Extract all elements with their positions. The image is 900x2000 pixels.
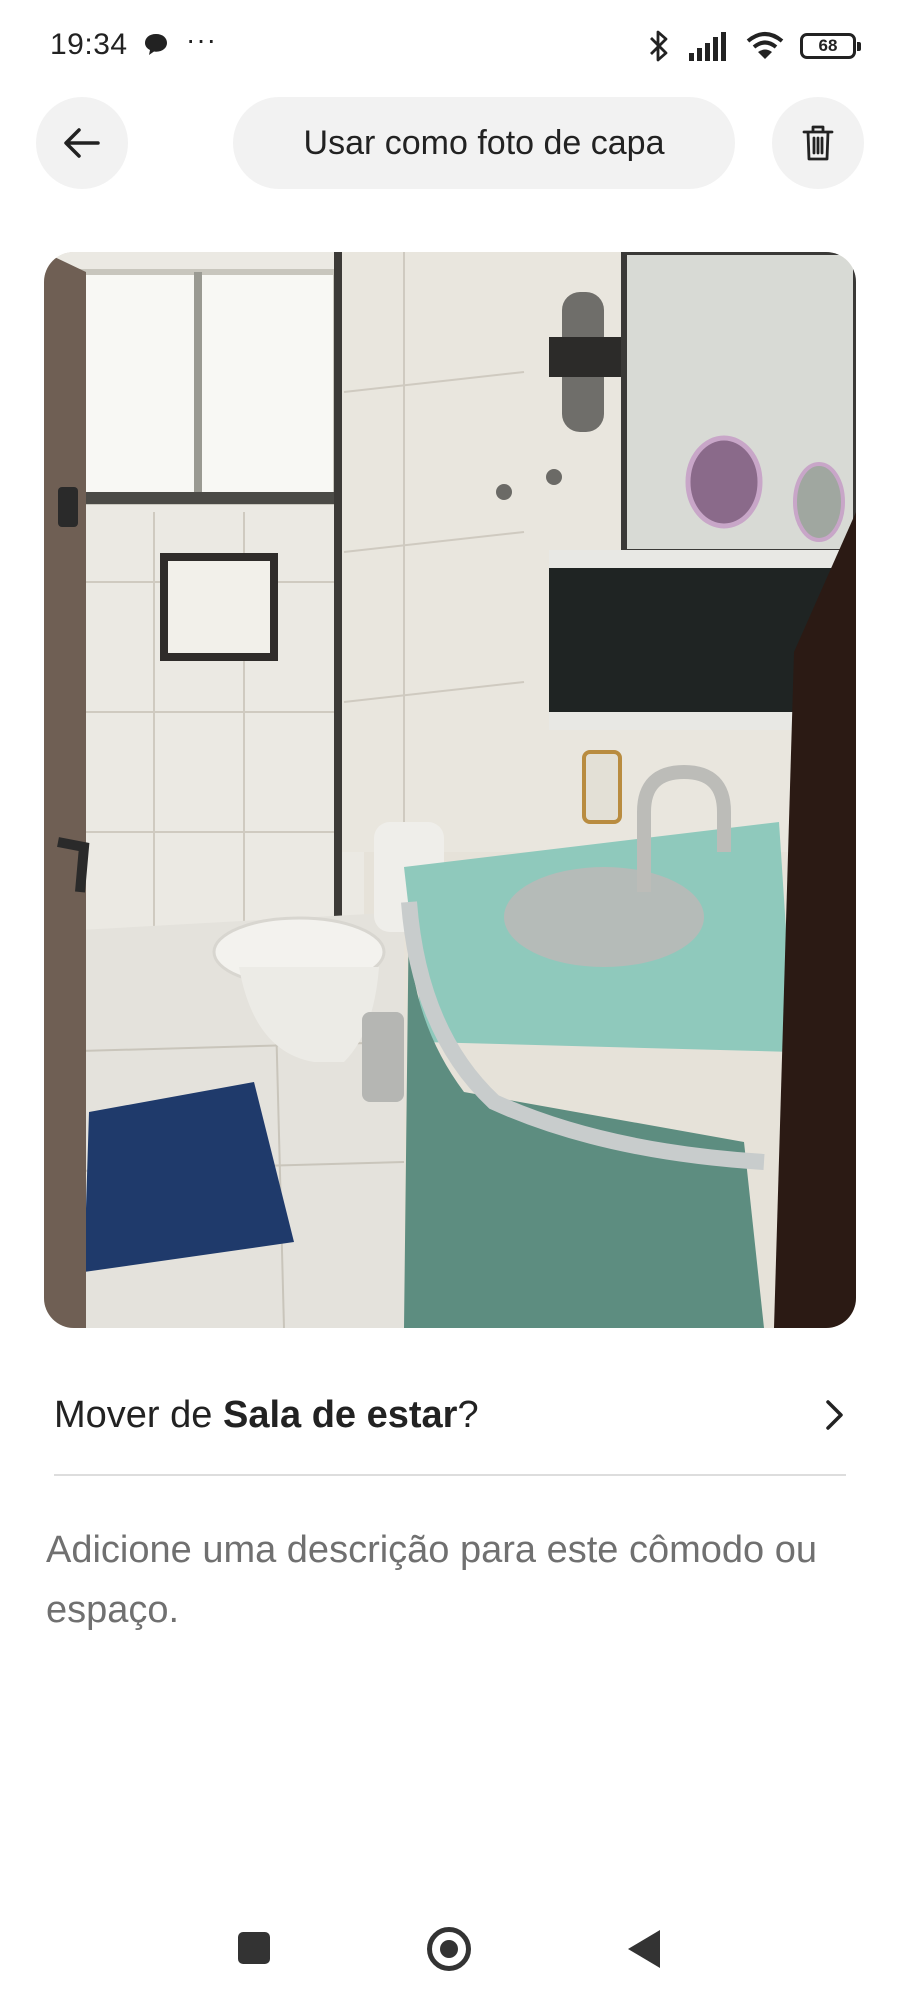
- move-room-name: Sala de estar: [222, 1393, 458, 1436]
- photo-illustration: [44, 252, 856, 1328]
- signal-icon: [689, 32, 726, 61]
- move-room-text: Mover de Sala de estar?: [54, 1394, 479, 1437]
- bathroom-photo[interactable]: [44, 252, 856, 1328]
- battery-icon: 68: [800, 33, 861, 59]
- trash-icon: [802, 125, 834, 161]
- room-description-field[interactable]: Adicione uma descrição para este cômodo …: [46, 1520, 846, 1640]
- recents-square-icon[interactable]: [238, 1932, 270, 1964]
- status-bar: 19:34 ··· 68: [0, 0, 900, 90]
- status-time: 19:34: [50, 28, 128, 61]
- system-nav-bar: [0, 1900, 900, 2000]
- move-room-suffix: ?: [457, 1393, 479, 1436]
- use-as-cover-button[interactable]: Usar como foto de capa: [233, 97, 735, 189]
- status-icons: 68: [646, 26, 861, 66]
- chevron-right-icon: [826, 1400, 843, 1430]
- bluetooth-icon: [650, 30, 668, 62]
- back-triangle-icon[interactable]: [628, 1930, 660, 1968]
- status-more-indicator: ···: [186, 24, 217, 55]
- divider: [54, 1474, 846, 1476]
- move-room-prefix: Mover de: [54, 1393, 223, 1436]
- battery-level: 68: [818, 36, 838, 55]
- move-room-row[interactable]: Mover de Sala de estar?: [54, 1370, 846, 1460]
- wifi-icon: [746, 32, 784, 59]
- delete-button[interactable]: [772, 97, 864, 189]
- chat-bubble-icon: [145, 34, 167, 55]
- home-circle-icon[interactable]: [427, 1927, 471, 1971]
- back-button[interactable]: [36, 97, 128, 189]
- arrow-left-icon: [64, 128, 100, 158]
